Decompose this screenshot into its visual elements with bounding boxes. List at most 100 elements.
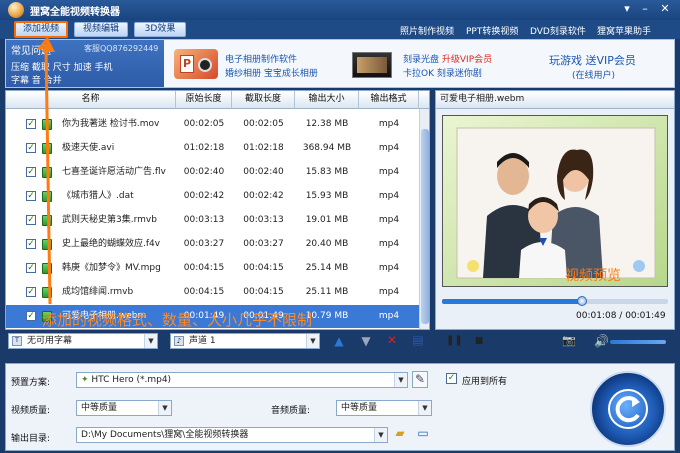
volume-slider[interactable] (610, 340, 666, 344)
subtitle-value: 无可用字幕 (27, 336, 73, 346)
video-quality-label: 视频质量: (11, 406, 51, 416)
cell-fmt: mp4 (378, 287, 400, 297)
time-readout: 00:01:08 / 00:01:49 (576, 311, 666, 321)
cell-size: 20.40 MB (305, 239, 349, 249)
audio-track-value: 声道 1 (189, 336, 216, 346)
cell-orig: 00:02:05 (183, 119, 225, 129)
cell-clip: 00:04:15 (243, 263, 284, 273)
convert-icon (608, 389, 648, 429)
chevron-down-icon[interactable]: ▼ (306, 334, 319, 348)
open-folder-icon[interactable]: ▭ (414, 426, 432, 443)
cell-orig: 00:04:15 (183, 287, 225, 297)
promo-game-line1[interactable]: 玩游戏 送VIP会员 (549, 52, 636, 68)
cell-size: 25.11 MB (305, 287, 349, 297)
cell-clip: 00:02:42 (243, 191, 284, 201)
cell-size: 25.14 MB (305, 263, 349, 273)
cell-orig: 00:02:42 (183, 191, 225, 201)
chevron-down-icon[interactable]: ▼ (418, 401, 431, 415)
toolbar: 添加视频 视频编辑 3D效果 照片制作视频 PPT转换视频 DVD刻录软件 狸窝… (0, 20, 680, 39)
preview-panel: 可爱电子相册.webm 视频预览 00:01:08 / 00:01:49 ❚❚ … (435, 90, 675, 348)
seek-bar[interactable] (442, 296, 668, 306)
cell-fmt: mp4 (378, 239, 400, 249)
preset-label: 预置方案: (11, 378, 51, 388)
promo-album-line1[interactable]: 电子相册制作软件 (225, 52, 297, 65)
stop-icon[interactable]: ■ (472, 334, 486, 348)
delete-icon[interactable]: ✕ (385, 333, 399, 347)
dvd-burn-link[interactable]: DVD刻录软件 (530, 24, 586, 37)
preset-select[interactable]: ✦ HTC Hero (*.mp4) ▼ (76, 372, 408, 388)
cell-orig: 00:03:13 (183, 215, 225, 225)
support-qq: 客服QQ876292449 (84, 44, 159, 53)
cell-fmt: mp4 (378, 215, 400, 225)
col-clip-length[interactable]: 截取长度 (232, 91, 295, 109)
cell-clip: 00:02:40 (243, 167, 284, 177)
settings-tools-icon[interactable]: ✎ (412, 371, 428, 388)
minimize-button[interactable]: – (638, 3, 652, 16)
cell-size: 15.83 MB (305, 167, 349, 177)
chevron-down-icon[interactable]: ▼ (144, 334, 157, 348)
cell-size: 15.93 MB (305, 191, 349, 201)
promo-burn-line2[interactable]: 卡拉OK 刻录迷你剧 (403, 66, 482, 79)
total-time: 00:01:49 (625, 311, 666, 321)
close-button[interactable]: ✕ (658, 3, 672, 16)
app-logo-icon (8, 2, 24, 18)
cell-size: 12.38 MB (305, 119, 349, 129)
preview-caption: 视频预览 (565, 268, 621, 284)
preview-screen[interactable]: 视频预览 (442, 115, 668, 287)
vip-upgrade-link[interactable]: 升级VIP会员 (442, 55, 492, 65)
subtitle-icon: T (12, 336, 22, 346)
cell-fmt: mp4 (378, 167, 400, 177)
3d-effect-button[interactable]: 3D效果 (134, 22, 186, 37)
convert-button[interactable] (590, 371, 666, 447)
cell-orig: 00:03:27 (183, 239, 225, 249)
folder-icon[interactable]: ▰ (391, 426, 409, 443)
apple-helper-link[interactable]: 狸窝苹果助手 (597, 24, 651, 37)
album-software-icon: P (174, 49, 218, 79)
pause-icon[interactable]: ❚❚ (446, 334, 463, 348)
chevron-down-icon[interactable]: ▼ (394, 373, 407, 387)
cell-clip: 00:03:13 (243, 215, 284, 225)
col-orig-length[interactable]: 原始长度 (176, 91, 232, 109)
cell-size: 368.94 MB (302, 143, 352, 153)
preview-photo: 视频预览 (443, 116, 667, 286)
cell-clip: 00:04:15 (243, 287, 284, 297)
promo-album-line2[interactable]: 婚纱相册 宝宝成长相册 (225, 66, 318, 79)
video-edit-button[interactable]: 视频编辑 (74, 22, 128, 37)
photo-video-link[interactable]: 照片制作视频 (400, 24, 454, 37)
subtitle-select[interactable]: T 无可用字幕 ▼ (8, 333, 158, 349)
clear-list-icon[interactable]: ▤ (411, 333, 425, 347)
move-down-icon[interactable]: ▼ (359, 334, 373, 348)
col-output-size[interactable]: 输出大小 (295, 91, 359, 109)
list-scrollbar[interactable] (419, 109, 429, 329)
promo-banner: 常见问题 客服QQ876292449 压缩 截取 尺寸 加速 手机 字幕 音 合… (5, 39, 675, 88)
video-quality-select[interactable]: 中等质量 ▼ (76, 400, 172, 416)
cell-fmt: mp4 (378, 143, 400, 153)
seek-handle[interactable] (577, 296, 588, 306)
audio-track-icon: ♪ (174, 336, 184, 346)
android-icon: ✦ (81, 375, 92, 385)
apply-all-checkbox[interactable]: ✓ (446, 373, 457, 384)
cell-fmt: mp4 (378, 191, 400, 201)
volume-icon[interactable]: 🔊 (594, 334, 609, 348)
preset-value: HTC Hero (*.mp4) (91, 375, 172, 385)
audio-track-select[interactable]: ♪ 声道 1 ▼ (170, 333, 320, 349)
move-up-icon[interactable]: ▲ (332, 334, 346, 348)
audio-quality-select[interactable]: 中等质量 ▼ (336, 400, 432, 416)
chevron-down-icon[interactable]: ▼ (158, 401, 171, 415)
output-settings: 预置方案: ✦ HTC Hero (*.mp4) ▼ ✎ ✓ 应用到所有 视频质… (5, 363, 675, 451)
col-output-format[interactable]: 输出格式 (359, 91, 419, 109)
ppt-video-link[interactable]: PPT转换视频 (466, 24, 518, 37)
chevron-down-icon[interactable]: ▼ (374, 428, 387, 442)
help-icon[interactable]: ▾ (620, 3, 634, 16)
cell-fmt: mp4 (378, 119, 400, 129)
scrollbar-thumb[interactable] (421, 129, 429, 324)
annotation-caption: 添加的视频格式、数量、大小几乎不限制 (42, 311, 313, 329)
output-dir-field[interactable]: D:\My Documents\狸窝\全能视频转换器 ▼ (76, 427, 388, 443)
apply-all-label: 应用到所有 (462, 377, 508, 387)
snapshot-icon[interactable]: 📷 (559, 334, 579, 348)
promo-burn-line1[interactable]: 刻录光盘 (403, 55, 439, 65)
title-bar: 狸窝全能视频转换器 ▾ – ✕ (0, 0, 680, 20)
cell-orig: 01:02:18 (183, 143, 225, 153)
audio-quality-value: 中等质量 (341, 403, 378, 413)
cell-fmt: mp4 (378, 311, 400, 321)
